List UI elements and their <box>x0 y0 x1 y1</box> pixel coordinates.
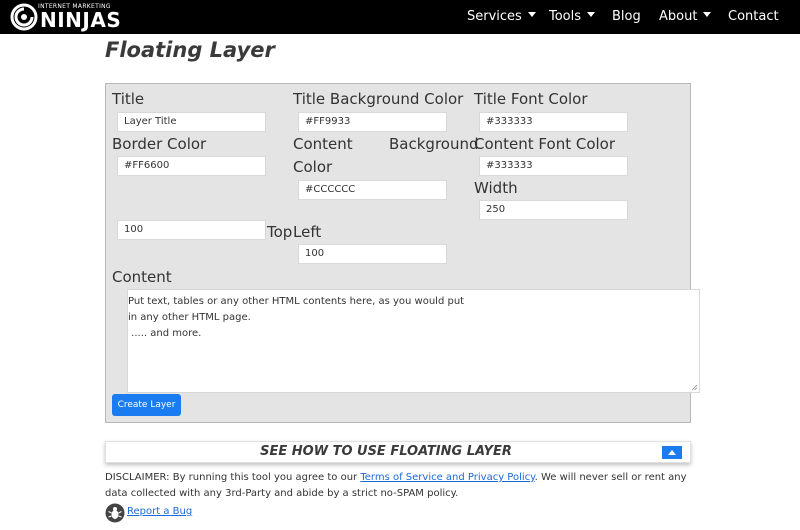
chevron-down-icon <box>587 12 596 17</box>
ninja-swirl-icon <box>10 3 38 31</box>
top-navbar: INTERNET MARKETING NINJAS Services Tools… <box>0 0 800 34</box>
nav-item-tools[interactable]: Tools <box>549 9 596 24</box>
disclaimer-before: DISCLAIMER: By running this tool you agr… <box>105 472 361 483</box>
create-layer-button[interactable]: Create Layer <box>112 394 181 416</box>
nav-item-label: About <box>659 9 698 24</box>
nav-item-contact[interactable]: Contact <box>728 9 779 24</box>
title-font-color-label: Title Font Color <box>474 90 588 108</box>
content-line: ..... and more. <box>128 328 202 339</box>
terms-link[interactable]: Terms of Service and Privacy Policy <box>360 472 534 483</box>
title-background-color-input[interactable]: #FF9933 <box>298 112 447 132</box>
width-input[interactable]: 250 <box>479 200 628 220</box>
content-background-label-part2: Background <box>389 135 479 153</box>
logo-brand: NINJAS <box>40 8 122 32</box>
border-color-label: Border Color <box>112 135 207 153</box>
title-input[interactable]: Layer Title <box>117 112 266 132</box>
title-label: Title <box>112 90 145 108</box>
how-to-title: SEE HOW TO USE FLOATING LAYER <box>260 444 512 459</box>
nav-item-blog[interactable]: Blog <box>612 9 641 24</box>
chevron-up-icon <box>668 450 676 455</box>
nav-item-label: Tools <box>549 9 582 24</box>
resize-grip-icon[interactable] <box>691 384 698 391</box>
top-input[interactable]: 100 <box>117 220 266 240</box>
content-textarea[interactable]: Put text, tables or any other HTML conte… <box>127 289 700 393</box>
report-bug-link[interactable]: Report a Bug <box>127 506 192 517</box>
content-background-color-input[interactable]: #CCCCCC <box>298 180 447 200</box>
content-font-color-input[interactable]: #333333 <box>479 156 628 176</box>
border-color-input[interactable]: #FF6600 <box>117 156 266 176</box>
nav-item-label: Contact <box>728 9 779 24</box>
content-font-color-label: Content Font Color <box>474 135 616 153</box>
collapse-toggle-button[interactable] <box>662 446 682 459</box>
layer-form-panel: Title Layer Title Title Background Color… <box>105 83 700 423</box>
nav-item-label: Services <box>467 9 522 24</box>
nav-item-label: Blog <box>612 9 641 24</box>
left-input[interactable]: 100 <box>298 244 447 264</box>
content-line: Put text, tables or any other HTML conte… <box>128 296 465 307</box>
how-to-accordion[interactable]: SEE HOW TO USE FLOATING LAYER <box>105 441 691 463</box>
bug-icon <box>105 503 125 523</box>
site-logo[interactable]: INTERNET MARKETING NINJAS <box>10 2 130 32</box>
disclaimer-text: DISCLAIMER: By running this tool you agr… <box>105 470 705 502</box>
content-background-label-part1: Content <box>293 135 353 153</box>
chevron-down-icon <box>527 12 536 17</box>
nav-item-about[interactable]: About <box>659 9 712 24</box>
left-label: Left <box>293 223 322 241</box>
page-title: Floating Layer <box>105 38 275 62</box>
chevron-down-icon <box>703 12 712 17</box>
title-background-color-label: Title Background Color <box>293 90 464 108</box>
content-label: Content <box>112 268 172 286</box>
title-font-color-input[interactable]: #333333 <box>479 112 628 132</box>
top-label: Top <box>267 223 293 241</box>
nav-item-services[interactable]: Services <box>467 9 536 24</box>
width-label: Width <box>474 179 518 197</box>
content-line: in any other HTML page. <box>128 312 251 323</box>
content-background-label-part3: Color <box>293 158 333 176</box>
